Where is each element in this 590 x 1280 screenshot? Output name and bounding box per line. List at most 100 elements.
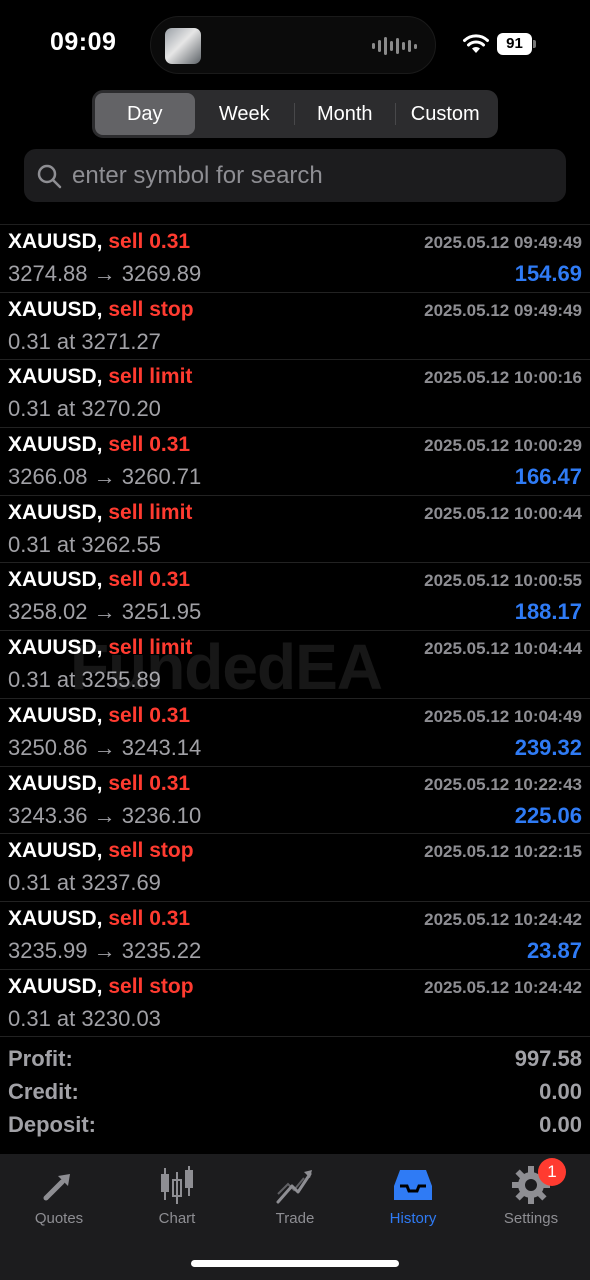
watermark-logo: FundedEA <box>70 631 383 703</box>
deal-detail: 3258.02 → 3251.95 <box>8 599 202 625</box>
segment-day[interactable]: Day <box>95 93 195 135</box>
tab-quotes[interactable]: Quotes <box>0 1154 118 1280</box>
deal-row[interactable]: XAUUSD, sell 0.31 2025.05.12 10:00:29 3266… <box>0 428 590 496</box>
symbol-search-field[interactable]: enter symbol for search <box>24 149 566 202</box>
deal-time: 2025.05.12 09:49:49 <box>424 233 582 252</box>
deal-row[interactable]: XAUUSD, sell 0.31 2025.05.12 09:49:49 3274… <box>0 225 590 293</box>
tab-settings[interactable]: Settings 1 <box>472 1154 590 1280</box>
battery-icon: 91 <box>497 33 537 55</box>
deal-time: 2025.05.12 10:24:42 <box>424 977 582 997</box>
deal-profit: 239.32 <box>514 734 582 760</box>
deal-action: sell stop <box>108 839 194 863</box>
status-bar: 09:09 91 <box>0 0 590 88</box>
deal-title: XAUUSD, sell 0.31 <box>8 772 190 796</box>
deal-row[interactable]: XAUUSD, sell limit 2025.05.12 10:00:16 0.3… <box>0 360 590 429</box>
deal-detail: 0.31 at 3271.27 <box>8 328 161 354</box>
notification-badge: 1 <box>538 1158 566 1186</box>
summary-row-credit: Credit: 0.00 <box>0 1075 590 1108</box>
deal-profit: 188.17 <box>514 599 582 625</box>
deal-title: XAUUSD, sell stop <box>8 298 194 322</box>
deal-time: 2025.05.12 10:04:44 <box>424 639 582 659</box>
deal-symbol: XAUUSD, <box>8 365 103 389</box>
summary-value: 0.00 <box>539 1112 582 1137</box>
segment-custom[interactable]: Custom <box>396 93 496 135</box>
deal-title: XAUUSD, sell 0.31 <box>8 230 190 254</box>
deal-title: XAUUSD, sell 0.31 <box>8 568 190 592</box>
deal-row[interactable]: XAUUSD, sell stop 2025.05.12 10:22:15 0.31… <box>0 834 590 902</box>
deal-title: XAUUSD, sell 0.31 <box>8 704 190 728</box>
account-summary: Profit: 997.58 Credit: 0.00 Deposit: 0.0… <box>0 1042 590 1141</box>
deal-time: 2025.05.12 10:22:43 <box>424 774 582 794</box>
deal-detail: 0.31 at 3270.20 <box>8 396 161 422</box>
deal-symbol: XAUUSD, <box>8 230 103 253</box>
summary-label: Profit: <box>8 1046 73 1071</box>
deal-time: 2025.05.12 10:24:42 <box>424 909 582 929</box>
deal-title: XAUUSD, sell stop <box>8 839 194 863</box>
deal-symbol: XAUUSD, <box>8 839 103 863</box>
segment-month[interactable]: Month <box>295 93 395 135</box>
search-placeholder: enter symbol for search <box>72 161 323 189</box>
deal-detail: 0.31 at 3237.69 <box>8 870 161 896</box>
summary-value: 997.58 <box>514 1046 582 1071</box>
tab-label: Settings <box>503 1210 559 1227</box>
deal-symbol: XAUUSD, <box>8 500 103 524</box>
period-segmented-control: Day Week Month Custom <box>92 90 498 138</box>
home-indicator[interactable] <box>191 1260 399 1267</box>
battery-level: 91 <box>497 33 532 55</box>
deal-row[interactable]: XAUUSD, sell limit 2025.05.12 10:00:44 0.3… <box>0 496 590 564</box>
deal-detail: 0.31 at 3230.03 <box>8 1005 161 1031</box>
tab-label: Trade <box>275 1210 315 1227</box>
deal-row[interactable]: XAUUSD, sell 0.31 2025.05.12 10:24:42 3235… <box>0 902 590 970</box>
audio-waveform-icon <box>372 35 417 57</box>
deal-symbol: XAUUSD, <box>8 974 103 998</box>
deal-detail: 3274.88 → 3269.89 <box>8 261 202 286</box>
deal-row[interactable]: XAUUSD, sell stop 2025.05.12 09:49:49 0.31… <box>0 293 590 361</box>
deal-action: sell 0.31 <box>108 433 191 457</box>
summary-label: Deposit: <box>8 1112 96 1137</box>
deal-row[interactable]: XAUUSD, sell 0.31 2025.05.12 10:22:43 3243… <box>0 767 590 835</box>
now-playing-artwork <box>165 28 201 64</box>
deal-time: 2025.05.12 10:00:16 <box>424 368 582 388</box>
deal-action: sell stop <box>108 297 194 321</box>
deal-title: XAUUSD, sell limit <box>8 365 192 389</box>
deal-symbol: XAUUSD, <box>8 433 103 457</box>
inbox-icon <box>394 1170 432 1200</box>
deal-time: 2025.05.12 10:00:29 <box>424 436 582 456</box>
deal-action: sell 0.31 <box>108 703 191 727</box>
deal-symbol: XAUUSD, <box>8 906 103 930</box>
deal-action: sell 0.31 <box>108 771 191 795</box>
deal-profit: 154.69 <box>514 261 582 286</box>
deal-row[interactable]: XAUUSD, sell 0.31 2025.05.12 10:00:55 3258… <box>0 563 590 632</box>
deal-action: sell limit <box>108 500 193 524</box>
deal-action: sell limit <box>108 365 193 389</box>
deal-action: sell 0.31 <box>108 230 191 253</box>
deal-detail: 3266.08 → 3260.71 <box>8 464 202 490</box>
wifi-icon <box>463 34 489 53</box>
tab-label: Quotes <box>34 1210 84 1227</box>
status-time: 09:09 <box>50 28 117 56</box>
deal-time: 2025.05.12 10:00:55 <box>424 571 582 591</box>
segment-week[interactable]: Week <box>195 93 295 135</box>
deal-symbol: XAUUSD, <box>8 771 103 795</box>
deal-symbol: XAUUSD, <box>8 297 103 321</box>
deal-row[interactable]: XAUUSD, sell stop 2025.05.12 10:24:42 0.31… <box>0 970 590 1038</box>
deal-title: XAUUSD, sell limit <box>8 501 192 525</box>
deal-row[interactable]: XAUUSD, sell 0.31 2025.05.12 10:04:49 3250… <box>0 699 590 767</box>
candlestick-icon <box>161 1166 193 1204</box>
dynamic-island[interactable] <box>150 16 436 74</box>
deal-profit: 23.87 <box>526 937 582 963</box>
summary-row-deposit: Deposit: 0.00 <box>0 1108 590 1141</box>
deal-action: sell 0.31 <box>108 906 191 930</box>
deal-detail: 3250.86 → 3243.14 <box>8 734 202 760</box>
deal-time: 2025.05.12 10:00:44 <box>424 503 582 523</box>
deal-action: sell stop <box>108 974 194 998</box>
deal-time: 2025.05.12 10:22:15 <box>424 842 582 862</box>
quotes-icon <box>43 1174 70 1201</box>
deal-time: 2025.05.12 09:49:49 <box>424 300 582 320</box>
deal-action: sell 0.31 <box>108 568 191 592</box>
deal-detail: 0.31 at 3262.55 <box>8 531 161 557</box>
deal-symbol: XAUUSD, <box>8 568 103 592</box>
summary-value: 0.00 <box>539 1079 582 1104</box>
deal-detail: 3235.99 → 3235.22 <box>8 937 202 963</box>
deal-profit: 166.47 <box>514 464 582 490</box>
